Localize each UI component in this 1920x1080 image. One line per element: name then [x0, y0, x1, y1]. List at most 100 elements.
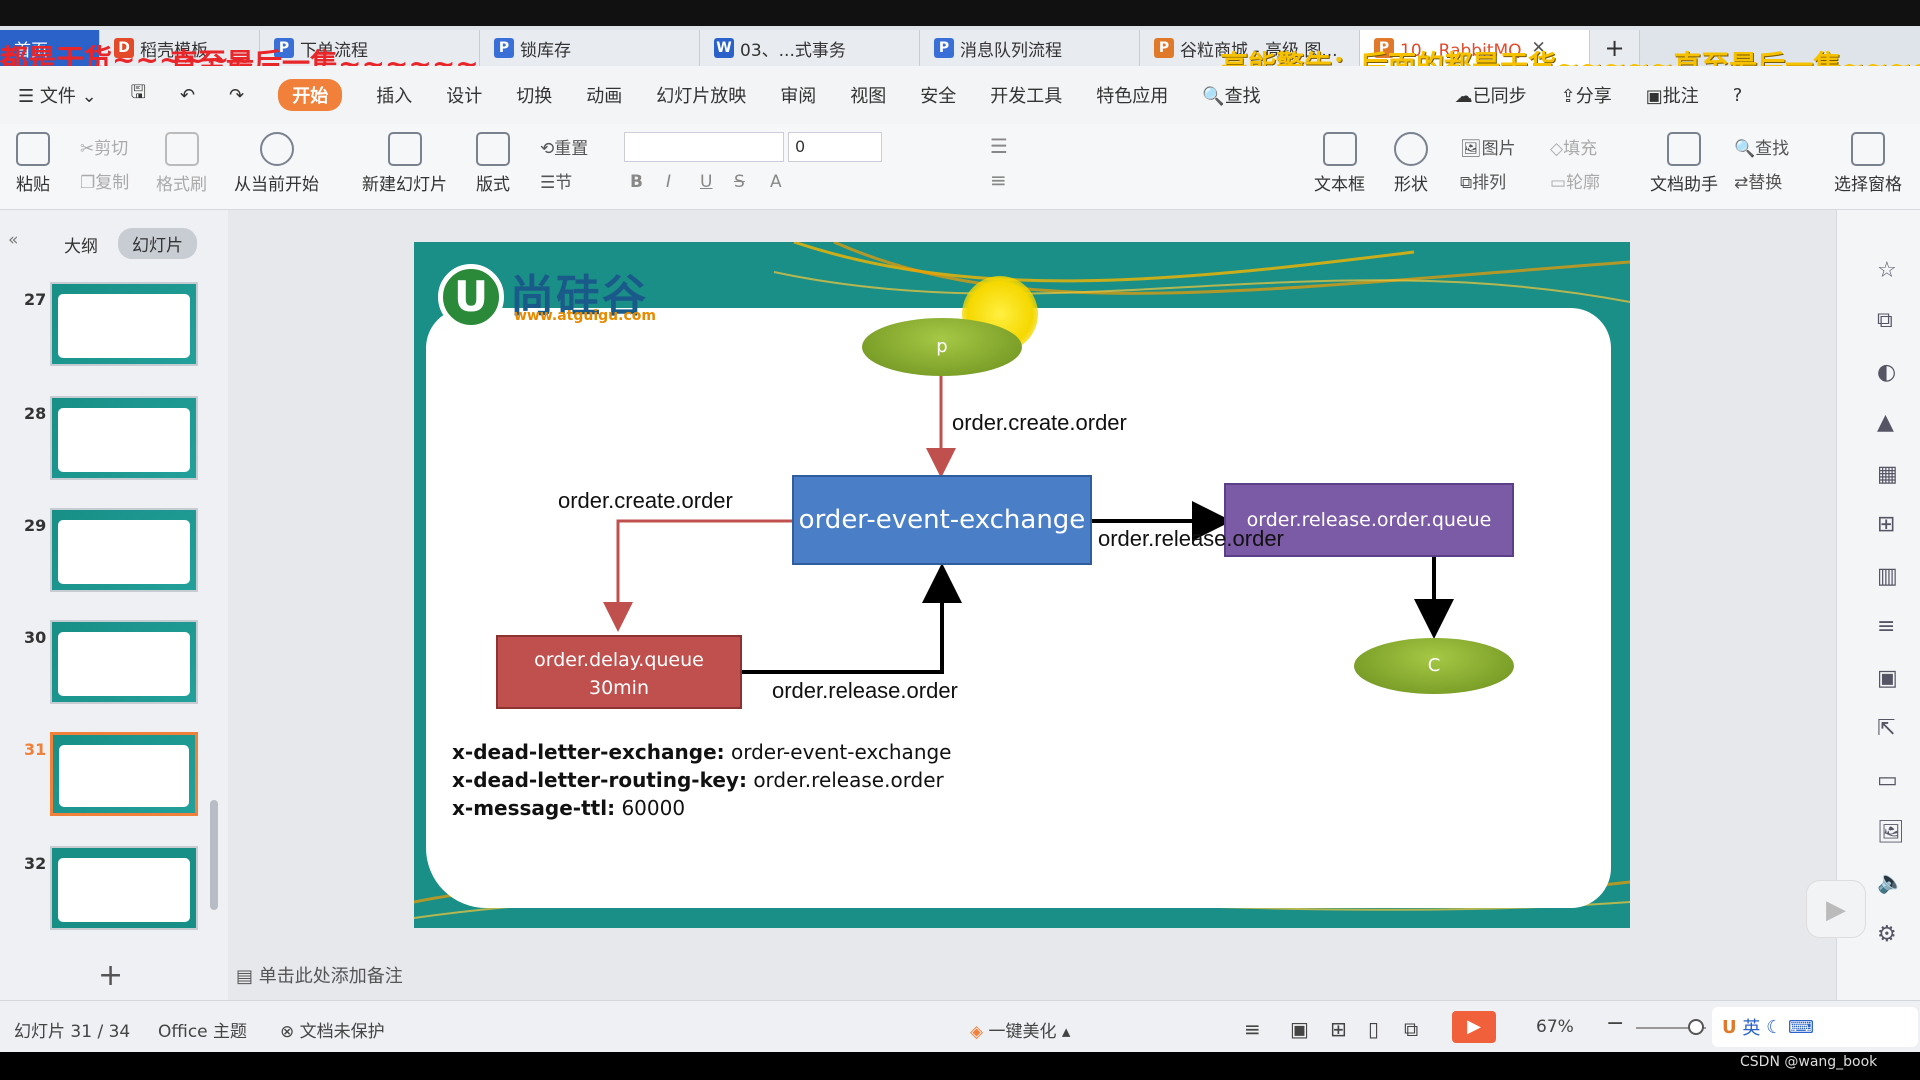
zoom-level[interactable]: 67% [1536, 1017, 1574, 1037]
zoom-slider-handle[interactable] [1688, 1019, 1704, 1035]
picture-button[interactable]: 🖼图片 [1460, 134, 1516, 159]
slide-thumbnail[interactable] [50, 396, 198, 480]
slide-canvas[interactable]: U 尚硅谷 www.atguigu.com p order-event-exch… [414, 242, 1630, 928]
beautify-button[interactable]: ◈ 一键美化 ▴ [970, 1017, 1070, 1042]
notes-toggle-icon[interactable]: ≡ [1244, 1017, 1261, 1041]
menu-search[interactable]: 🔍查找 [1202, 82, 1260, 108]
star-icon[interactable]: ☆ [1877, 258, 1897, 283]
gear-icon[interactable]: ⚙ [1877, 922, 1897, 947]
share-button[interactable]: ⇪分享 [1561, 82, 1612, 108]
image-icon[interactable]: 🖼 [1877, 820, 1905, 845]
menu-slideshow[interactable]: 幻灯片放映 [656, 82, 746, 108]
brush-icon [164, 132, 199, 166]
redo-icon[interactable]: ↷ [229, 85, 244, 106]
slide-thumbnail[interactable] [50, 508, 198, 592]
slide-thumbnail[interactable] [50, 282, 198, 366]
template-icon[interactable]: ⧉ [1877, 308, 1893, 333]
bold-icon[interactable]: B [630, 172, 643, 192]
menu-review[interactable]: 审阅 [780, 82, 816, 108]
presenter-view-icon[interactable]: ⧉ [1404, 1017, 1418, 1041]
outline-tab[interactable]: 大纲 [64, 232, 98, 257]
reading-view-icon[interactable]: ▯ [1368, 1017, 1379, 1041]
slide-thumbnail[interactable] [50, 846, 198, 930]
replace-button[interactable]: ⇄替换 [1734, 168, 1782, 193]
chart-icon[interactable]: ▥ [1877, 564, 1898, 589]
tab-mq-flow[interactable]: P 消息队列流程 [920, 30, 1140, 66]
sync-status[interactable]: ☁已同步 [1455, 82, 1527, 108]
tab-label: 消息队列流程 [960, 40, 1062, 61]
archive-icon[interactable]: ▭ [1877, 768, 1898, 793]
from-current-button[interactable]: 从当前开始 [234, 132, 319, 195]
outline-button[interactable]: ▭轮廓 [1550, 168, 1600, 193]
from-current-label: 从当前开始 [234, 175, 319, 195]
menu-features[interactable]: 特色应用 [1096, 82, 1168, 108]
edge-label-create-top: order.create.order [952, 410, 1127, 435]
textbox-button[interactable]: 文本框 [1314, 132, 1365, 195]
undo-icon[interactable]: ↶ [180, 85, 195, 106]
menu-file[interactable]: ☰ 文件 ⌄ [18, 82, 97, 108]
arg-row: x-message-ttl: 60000 [452, 794, 952, 822]
collapse-pane-icon[interactable]: « [8, 230, 18, 250]
menu-security[interactable]: 安全 [920, 82, 956, 108]
doc-assistant-button[interactable]: 文档助手 [1650, 132, 1718, 195]
paste-button[interactable]: 粘贴 [16, 132, 50, 195]
zoom-out-button[interactable]: − [1606, 1011, 1624, 1036]
fill-button[interactable]: ◇填充 [1550, 134, 1597, 159]
protect-status[interactable]: ⊗ 文档未保护 [280, 1017, 385, 1042]
slide-number: 31 [24, 740, 47, 759]
slides-tab[interactable]: 幻灯片 [118, 228, 197, 259]
font-name-select[interactable] [624, 132, 784, 162]
new-slide-button[interactable]: 新建幻灯片 [362, 132, 447, 195]
grid-icon[interactable]: ⊞ [1877, 512, 1895, 537]
slide-thumbnail-selected[interactable] [50, 732, 198, 816]
theme-name[interactable]: Office 主题 [158, 1017, 247, 1042]
normal-view-icon[interactable]: ▣ [1290, 1017, 1309, 1041]
font-size-select[interactable]: 0 [788, 132, 882, 162]
layers-icon[interactable]: ▲ [1877, 410, 1894, 435]
help-icon[interactable]: ? [1733, 85, 1743, 106]
table-icon[interactable]: ▦ [1877, 462, 1898, 487]
menu-start[interactable]: 开始 [278, 79, 343, 111]
shape-button[interactable]: 形状 [1394, 132, 1428, 195]
comment-button[interactable]: ▣批注 [1646, 82, 1699, 108]
layout-button[interactable]: 版式 [476, 132, 510, 195]
sorter-view-icon[interactable]: ⊞ [1330, 1017, 1347, 1041]
format-painter-button[interactable]: 格式刷 [156, 132, 207, 195]
tab-lock-stock[interactable]: P 锁库存 [480, 30, 700, 66]
menu-view[interactable]: 视图 [850, 82, 886, 108]
copy-button[interactable]: ❐复制 [80, 168, 129, 193]
select-pane-button[interactable]: 选择窗格 [1834, 132, 1902, 195]
reset-button[interactable]: ⟲重置 [540, 134, 588, 159]
picture-panel-icon[interactable]: ▣ [1877, 666, 1898, 691]
menu-devtools[interactable]: 开发工具 [990, 82, 1062, 108]
find-button[interactable]: 🔍查找 [1734, 134, 1789, 159]
arrange-button[interactable]: ⧉排列 [1460, 168, 1506, 193]
cut-button[interactable]: ✂剪切 [80, 134, 128, 159]
menu-insert[interactable]: 插入 [376, 82, 412, 108]
menu-animation[interactable]: 动画 [586, 82, 622, 108]
italic-icon[interactable]: I [666, 172, 671, 192]
shape-panel-icon[interactable]: ◐ [1877, 360, 1896, 385]
export-icon[interactable]: ⇱ [1877, 716, 1895, 741]
play-icon [259, 132, 294, 166]
save-icon[interactable]: 🖫 [131, 80, 146, 110]
tab-transaction[interactable]: W 03、...式事务 [700, 30, 920, 66]
strikethrough-icon[interactable]: S [734, 172, 745, 192]
add-slide-button[interactable]: + [98, 958, 123, 993]
font-color-icon[interactable]: A [770, 172, 782, 192]
thumbnail-scrollbar[interactable] [210, 800, 218, 910]
underline-icon[interactable]: U [700, 172, 712, 192]
menu-design[interactable]: 设计 [446, 82, 482, 108]
notes-area[interactable]: ▤ 单击此处添加备注 [236, 962, 403, 988]
align-left-icon[interactable]: ≡ [990, 168, 1007, 192]
new-slide-icon [387, 132, 422, 166]
bullets-icon[interactable]: ☰ [990, 134, 1008, 158]
speaker-icon[interactable]: 🔈 [1877, 870, 1904, 895]
settings-icon[interactable]: ≡ [1877, 614, 1895, 639]
slide-thumbnail[interactable] [50, 620, 198, 704]
video-play-widget-icon[interactable]: ▶ [1806, 880, 1866, 938]
menu-transition[interactable]: 切换 [516, 82, 552, 108]
section-button[interactable]: ☰节 [540, 168, 572, 193]
play-slideshow-button[interactable]: ▶ [1452, 1011, 1496, 1043]
ime-toolbar[interactable]: U 英 ☾ ⌨ [1712, 1007, 1918, 1047]
